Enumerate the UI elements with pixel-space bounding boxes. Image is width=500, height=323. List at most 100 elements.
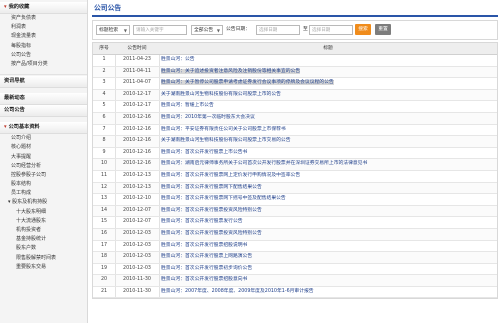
sidebar-item[interactable]: 资产负债表 <box>0 14 87 23</box>
row-title-link[interactable]: 胜景山河：首次公开发行股票招股说明书 <box>161 241 495 252</box>
row-title-link[interactable]: 胜景山河：平安证券有限责任公司关于公司股票上市保荐书 <box>161 125 495 136</box>
row-index: 21 <box>100 288 108 294</box>
row-title-text: 胜景山河：首次公开发行股票投资风险特别公告 <box>161 207 262 213</box>
table-row[interactable]: 8 2010-12-16 关于湖南胜景山河生物科技股份有限公司股票上市交易的公告 <box>93 136 497 148</box>
table-row[interactable]: 14 2010-12-07 胜景山河：首次公开发行股票投资风险特别公告 <box>93 205 497 218</box>
table-row[interactable]: 9 2010-12-16 胜景山河：首次公开发行股票上市公告书 <box>93 147 497 160</box>
sidebar-item[interactable]: 控股参股子公司 <box>0 171 87 180</box>
row-index: 10 <box>100 161 108 167</box>
column-header-date: 公告时间 <box>127 46 147 51</box>
row-title-link[interactable]: 胜景山河：首次公开发行股票网下摇号中签及配售结果公告 <box>161 194 495 205</box>
row-title-link[interactable]: 胜景山河：首次公开发行股票投资风险特别公告 <box>161 206 495 217</box>
row-title-link[interactable]: 胜景山河：2010年第一次临时股东大会决议 <box>161 113 495 124</box>
table-row[interactable]: 16 2010-12-03 胜景山河：首次公开发行股票投资风险特别公告 <box>93 228 497 241</box>
table-row[interactable]: 17 2010-12-03 胜景山河：首次公开发行股票招股说明书 <box>93 240 497 253</box>
category-select[interactable]: 全部公告 ▼ <box>191 24 223 35</box>
row-date: 2010-12-13 <box>123 184 151 190</box>
row-title-link[interactable]: 胜景山河：暂缓上市公告 <box>161 101 495 112</box>
start-date-input[interactable]: 选择日期 <box>256 24 300 35</box>
table-row[interactable]: 5 2010-12-17 胜景山河：暂缓上市公告 <box>93 101 497 113</box>
keyword-input[interactable]: 请输入关键字 <box>133 24 187 35</box>
sidebar-section-news[interactable]: 最新动态 <box>0 93 87 106</box>
sidebar-item[interactable]: 按产品/项目分类 <box>0 60 87 69</box>
sidebar-item[interactable]: 机构投资者 <box>0 226 87 235</box>
search-button[interactable]: 搜索 <box>355 24 371 35</box>
end-date-input[interactable]: 选择日期 <box>309 24 353 35</box>
sidebar-item[interactable]: 限售股解禁时间表 <box>0 254 87 263</box>
table-row[interactable]: 10 2010-12-16 胜景山河：湖南启元律师事务所关于公司首次公开发行股票并在… <box>93 159 497 171</box>
row-title-link[interactable]: 关于湖南胜景山河生物科技股份有限公司股票上市交易的公告 <box>161 136 495 147</box>
row-title-link[interactable]: 胜景山河：首次公开发行股票网上定价发行申购情况及中签率公告 <box>161 171 495 182</box>
divider <box>159 101 160 112</box>
sidebar-item[interactable]: 十大流通股东 <box>0 217 87 226</box>
table-row[interactable]: 13 2010-12-10 胜景山河：首次公开发行股票网下摇号中签及配售结果公告 <box>93 194 497 206</box>
row-index: 14 <box>100 207 108 213</box>
sidebar-section-profile[interactable]: ▾ 公司基本资料 <box>0 122 87 135</box>
sidebar-item[interactable]: 利润表 <box>0 23 87 32</box>
row-title-link[interactable]: 胜景山河：首次公开发行股票上网路演公告 <box>161 252 495 263</box>
row-title-link[interactable]: 胜景山河：首次公开发行股票初步询价公告 <box>161 264 495 275</box>
sidebar-item[interactable]: 基金持股统计 <box>0 235 87 244</box>
main-content: 公司公告 标题检索 ▼ 请输入关键字 全部公告 ▼ 公告日期： 选择日期 至 选… <box>92 0 498 323</box>
sidebar-item[interactable]: 十大股东明细 <box>0 208 87 217</box>
sidebar-item[interactable]: 大事提醒 <box>0 153 87 162</box>
row-title-link[interactable]: 胜景山河：关于暂停公司股票申请考虑证券发行会议事项的停牌及会议议程的公告 <box>161 78 495 89</box>
table-row[interactable]: 15 2010-12-07 胜景山河：首次公开发行股票发行公告 <box>93 217 497 229</box>
chevron-down-icon: ▼ <box>123 27 127 33</box>
row-title-text: 胜景山河：首次公开发行股票上网路演公告 <box>161 254 253 260</box>
sidebar-section-notices[interactable]: 公司公告 <box>0 105 87 118</box>
sidebar-item[interactable]: 公司介绍 <box>0 134 87 143</box>
row-title-link[interactable]: 胜景山河：首次公开发行股票投资风险特别公告 <box>161 229 495 240</box>
table-row[interactable]: 1 2011-04-23 胜景山河：公告 <box>93 55 497 67</box>
sidebar-item[interactable]: 公司经营分析 <box>0 162 87 171</box>
row-title-link[interactable]: 胜景山河：2007年度、2008年度、2009年度及2010年1-6月审计报告 <box>161 287 495 298</box>
divider <box>115 55 116 66</box>
sidebar-item[interactable]: 股东户数 <box>0 244 87 253</box>
row-title-link[interactable]: 胜景山河：首次公开发行股票网下配售结果公告 <box>161 183 495 194</box>
table-row[interactable]: 18 2010-12-03 胜景山河：首次公开发行股票上网路演公告 <box>93 252 497 264</box>
row-title-text: 胜景山河：2007年度、2008年度、2009年度及2010年1-6月审计报告 <box>161 288 314 294</box>
table-row[interactable]: 20 2010-11-30 胜景山河：首次公开发行股票招股意向书 <box>93 275 497 287</box>
divider <box>115 182 116 194</box>
table-row[interactable]: 21 2010-11-30 胜景山河：2007年度、2008年度、2009年度及20… <box>93 286 497 299</box>
row-title-text: 胜景山河：首次公开发行股票网上定价发行申购情况及中签率公告 <box>161 172 301 178</box>
row-title-text: 胜景山河：首次公开发行股票投资风险特别公告 <box>161 230 262 236</box>
table-row[interactable]: 12 2010-12-13 胜景山河：首次公开发行股票网下配售结果公告 <box>93 182 497 195</box>
search-type-select[interactable]: 标题检索 ▼ <box>96 24 130 35</box>
sidebar-item[interactable]: 公司公告 <box>0 51 87 60</box>
sidebar-item[interactable]: 核心题材 <box>0 143 87 152</box>
table-row[interactable]: 6 2010-12-16 胜景山河：2010年第一次临时股东大会决议 <box>93 112 497 125</box>
divider <box>0 69 87 76</box>
row-date: 2010-12-03 <box>123 242 151 248</box>
sidebar-item[interactable]: 重要股东交易 <box>0 263 87 272</box>
table-row[interactable]: 7 2010-12-16 胜景山河：平安证券有限责任公司关于公司股票上市保荐书 <box>93 124 497 137</box>
sidebar-item[interactable]: 现金流量表 <box>0 32 87 41</box>
row-title-link[interactable]: 胜景山河：首次公开发行股票上市公告书 <box>161 148 495 159</box>
row-index: 1 <box>102 57 106 62</box>
row-title-link[interactable]: 胜景山河：首次公开发行股票招股意向书 <box>161 275 495 286</box>
row-index: 3 <box>102 80 106 86</box>
divider <box>159 217 160 228</box>
row-title-link[interactable]: 胜景山河：关于追述投资者注意风险及注销股份等相关事宜的公告 <box>161 67 495 78</box>
table-row[interactable]: 11 2010-12-13 胜景山河：首次公开发行股票网上定价发行申购情况及中签率公… <box>93 170 497 183</box>
row-title-link[interactable]: 胜景山河：湖南启元律师事务所关于公司首次公开发行股票并在深圳证券交易所上市的法律… <box>161 159 495 170</box>
row-date: 2011-04-07 <box>123 80 151 86</box>
sidebar-item[interactable]: 股本结构 <box>0 180 87 189</box>
sidebar-section-favorites[interactable]: ▾ 我的收藏 <box>0 2 87 14</box>
table-row[interactable]: 2 2011-04-11 胜景山河：关于追述投资者注意风险及注销股份等相关事宜的公告 <box>93 66 497 79</box>
row-index: 13 <box>100 196 108 202</box>
row-date: 2010-11-30 <box>123 277 151 283</box>
divider <box>115 252 116 263</box>
row-title-link[interactable]: 胜景山河：公告 <box>161 55 495 66</box>
row-title-text: 胜景山河：关于暂停公司股票申请考虑证券发行会议事项的停牌及会议议程的公告 <box>161 80 334 86</box>
sidebar-item[interactable]: 员工构成 <box>0 189 87 198</box>
row-title-link[interactable]: 关于湖南胜景山河生物科技股份有限公司股票上市的公告 <box>161 90 495 101</box>
reset-button[interactable]: 重置 <box>375 24 391 35</box>
divider <box>159 194 160 205</box>
sidebar-subsection-holders[interactable]: ▾ 股东及机构持股 <box>0 198 87 207</box>
table-row[interactable]: 4 2010-12-17 关于湖南胜景山河生物科技股份有限公司股票上市的公告 <box>93 89 497 102</box>
table-row[interactable]: 3 2011-04-07 胜景山河：关于暂停公司股票申请考虑证券发行会议事项的停牌及… <box>93 78 497 90</box>
table-row[interactable]: 19 2010-12-03 胜景山河：首次公开发行股票初步询价公告 <box>93 263 497 276</box>
sidebar-item[interactable]: 每股指标 <box>0 42 87 51</box>
row-title-link[interactable]: 胜景山河：首次公开发行股票发行公告 <box>161 217 495 228</box>
